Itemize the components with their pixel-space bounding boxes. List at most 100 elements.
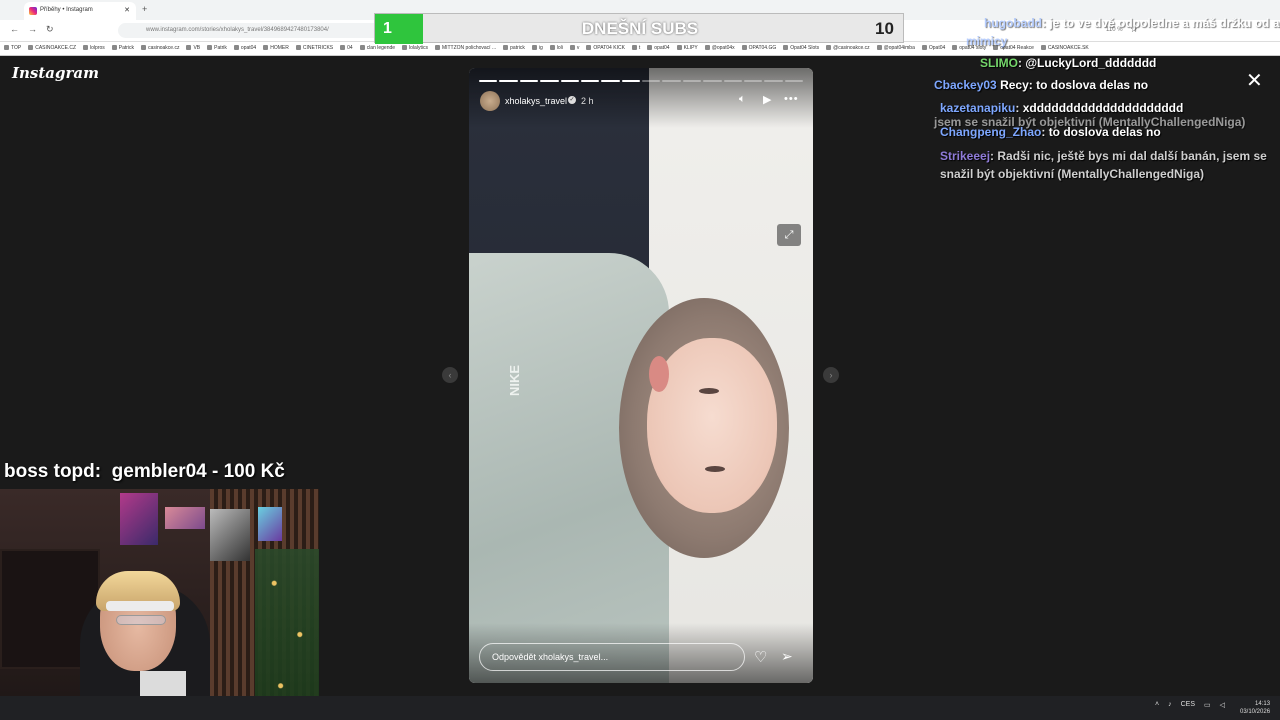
close-tab-icon[interactable]: ✕ xyxy=(124,6,130,14)
verified-icon: ✓ xyxy=(568,96,576,104)
boss-label: boss topd: xyxy=(4,461,102,482)
mute-icon[interactable]: 🔈︎ xyxy=(739,93,746,106)
bookmark-item[interactable]: lolpros xyxy=(83,45,105,51)
story-image-eye xyxy=(705,466,725,472)
back-icon[interactable]: ← xyxy=(10,24,19,34)
bookmark-item[interactable]: KLIPY xyxy=(677,45,698,51)
story-progress-segment xyxy=(560,80,579,82)
clock-time: 14:13 xyxy=(1255,701,1271,707)
bookmark-item[interactable]: VB xyxy=(186,45,200,51)
chat-message: kazetanapiku: xddddddddddddddddddddd xyxy=(940,101,1184,115)
story-progress-segment xyxy=(743,80,763,82)
story-progress-segment xyxy=(499,80,518,82)
heart-icon[interactable]: ♡ xyxy=(754,648,767,666)
bookmark-item[interactable]: casinoakce.cz xyxy=(141,45,179,51)
story-progress-segment xyxy=(642,80,661,82)
streamer-glasses xyxy=(116,615,166,625)
story-progress-segment xyxy=(764,80,783,82)
bookmark-item[interactable]: loli xyxy=(550,45,563,51)
story-viewer[interactable]: NIKE xholakys_travel ✓ 2 h 🔈︎ ▶ ••• ⤢ Od… xyxy=(469,68,813,683)
mic-icon[interactable]: ♪ xyxy=(1168,701,1172,709)
story-progress-segment xyxy=(519,80,539,82)
poster xyxy=(210,509,250,561)
next-story-icon[interactable]: › xyxy=(823,367,839,383)
story-image-lips xyxy=(649,356,669,392)
story-progress-segment xyxy=(621,80,640,82)
subs-title: DNEŠNÍ SUBS xyxy=(581,19,699,38)
story-progress-segment xyxy=(479,80,498,82)
streamer-headband xyxy=(106,601,174,611)
bookmark-item[interactable]: @casinoakce.cz xyxy=(826,45,869,51)
instagram-logo[interactable]: Instagram xyxy=(12,64,99,82)
browser-tab[interactable]: Příběhy • Instagram ✕ xyxy=(24,2,136,20)
chat-message: Changpeng_Zhao: to doslova delas no xyxy=(940,125,1161,139)
bookmark-item[interactable]: TOP xyxy=(4,45,21,51)
christmas-tree xyxy=(255,549,319,720)
bookmark-item[interactable]: HOMER xyxy=(263,45,289,51)
story-progress-segment xyxy=(580,80,600,82)
reload-icon[interactable]: ↻ xyxy=(46,24,54,35)
bookmark-item[interactable]: Patrik xyxy=(207,45,227,51)
story-progress-segment xyxy=(601,80,620,82)
bookmark-item[interactable]: patrick xyxy=(503,45,525,51)
bookmark-item[interactable]: ig xyxy=(532,45,543,51)
bookmark-item[interactable]: opat04 xyxy=(647,45,669,51)
bookmark-item[interactable]: Patrick xyxy=(112,45,134,51)
bookmark-item[interactable]: clan legende xyxy=(360,45,395,51)
story-time-ago: 2 h xyxy=(581,96,594,106)
bookmark-item[interactable]: CINETRICKS xyxy=(296,45,333,51)
avatar[interactable] xyxy=(480,91,500,111)
boss-donation: boss topd: gembler04 - 100 Kč xyxy=(4,461,285,483)
send-icon[interactable]: ➢ xyxy=(781,648,793,665)
instagram-favicon-icon xyxy=(29,7,37,15)
url-field[interactable]: www.instagram.com/stories/xholakys_trave… xyxy=(118,23,418,38)
tab-title: Příběhy • Instagram xyxy=(40,7,93,13)
play-icon[interactable]: ▶ xyxy=(763,93,771,106)
story-progress-segment xyxy=(703,80,722,82)
story-progress-segment xyxy=(662,80,681,82)
bookmark-item[interactable]: opat04 xyxy=(234,45,256,51)
bookmark-item[interactable]: v xyxy=(570,45,580,51)
poster xyxy=(165,507,205,529)
bookmark-item[interactable]: 04 xyxy=(340,45,353,51)
bookmark-item[interactable]: Opat04 Slots xyxy=(783,45,819,51)
chat-message: hugobadd: je to ve dvě odpoledne a máš d… xyxy=(984,16,1280,30)
story-progress-segment xyxy=(784,80,803,82)
expand-icon[interactable]: ⤢ xyxy=(777,224,801,246)
bookmark-item[interactable]: t xyxy=(632,45,640,51)
clock-date: 03/10/2026 xyxy=(1240,709,1271,715)
bookmark-item[interactable]: OPAT04.GG xyxy=(742,45,777,51)
new-tab-button[interactable]: + xyxy=(142,4,147,14)
story-progress-segment xyxy=(682,80,702,82)
forward-icon[interactable]: → xyxy=(28,24,37,34)
story-image-eye xyxy=(699,388,719,394)
webcam-feed xyxy=(0,489,319,720)
bookmark-item[interactable]: MITTZON polichovací ... xyxy=(435,45,496,51)
poster xyxy=(258,507,282,541)
hoodie-logo: NIKE xyxy=(507,364,523,397)
clock[interactable]: 14:13 03/10/2026 xyxy=(1240,700,1270,716)
chat-message: Cbackey03 Recy: to doslova delas no xyxy=(934,78,1149,92)
story-progress-segment xyxy=(540,80,559,82)
bookmark-item[interactable]: CASINOAKCE.CZ xyxy=(28,45,76,51)
story-username[interactable]: xholakys_travel xyxy=(505,96,567,106)
chat-message: mimicy xyxy=(966,34,1008,48)
boss-value: gembler04 - 100 Kč xyxy=(111,461,285,482)
bookmark-item[interactable]: lolalytics xyxy=(402,45,428,51)
subs-goal: 10 xyxy=(875,19,894,38)
reply-input[interactable]: Odpovědět xholakys_travel... xyxy=(479,643,745,671)
taskbar xyxy=(0,696,1280,720)
story-progress-segment xyxy=(723,80,742,82)
volume-icon[interactable]: ◁ xyxy=(1220,701,1225,709)
chat-overlay: hugobadd: je to ve dvě odpoledne a máš d… xyxy=(930,0,1280,200)
more-icon[interactable]: ••• xyxy=(784,93,799,105)
bookmark-item[interactable]: @opat04imba xyxy=(877,45,915,51)
language-indicator[interactable]: CES xyxy=(1181,701,1195,709)
network-icon[interactable]: ▭ xyxy=(1204,701,1211,709)
bookmark-item[interactable]: OPAT04 KICK xyxy=(586,45,625,51)
chat-message: Strikeeej: Radši nic, ještě bys mi dal d… xyxy=(940,149,1267,181)
chevron-up-icon[interactable]: ˄ xyxy=(1155,701,1159,709)
prev-story-icon[interactable]: ‹ xyxy=(442,367,458,383)
subs-goal-bar: 1 DNEŠNÍ SUBS 10 xyxy=(374,13,904,44)
bookmark-item[interactable]: @opat04x xyxy=(705,45,735,51)
